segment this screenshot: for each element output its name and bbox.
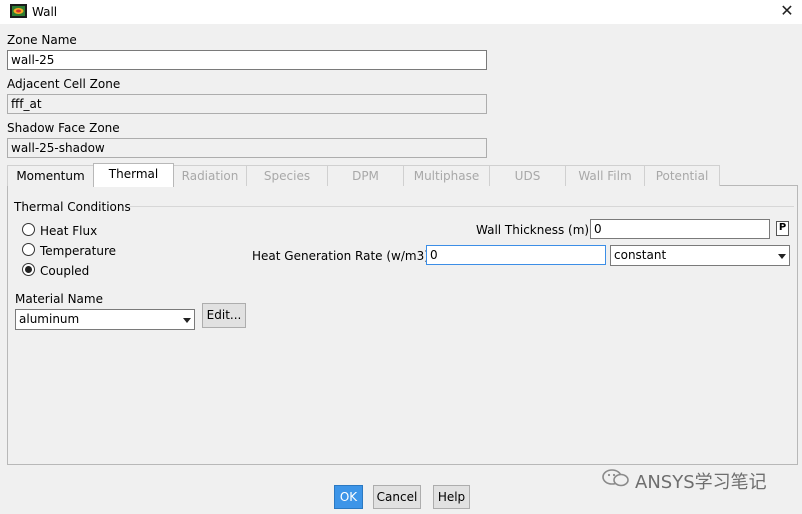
edit-material-button[interactable]: Edit... xyxy=(202,303,246,328)
heat-generation-input[interactable]: 0 xyxy=(426,245,606,265)
tab-dpm[interactable]: DPM xyxy=(327,165,404,186)
tab-radiation[interactable]: Radiation xyxy=(173,165,247,186)
watermark-text: ANSYS学习笔记 xyxy=(635,472,767,493)
ok-button[interactable]: OK xyxy=(334,485,363,509)
chevron-down-icon xyxy=(778,254,786,259)
chevron-down-icon xyxy=(183,318,191,323)
shadow-face-zone-label: Shadow Face Zone xyxy=(7,121,120,135)
material-dropdown[interactable]: aluminum xyxy=(15,309,195,330)
zone-name-input[interactable]: wall-25 xyxy=(7,50,487,70)
wall-thickness-label: Wall Thickness (m) xyxy=(476,223,590,237)
radio-coupled[interactable] xyxy=(22,263,35,276)
material-name-label: Material Name xyxy=(15,292,103,306)
heat-generation-label: Heat Generation Rate (w/m3) xyxy=(252,249,429,263)
title-bar xyxy=(0,0,802,24)
radio-coupled-label: Coupled xyxy=(40,264,90,278)
radio-heat-flux[interactable] xyxy=(22,223,35,236)
tab-thermal[interactable]: Thermal xyxy=(93,163,174,187)
adjacent-cell-zone-field: fff_at xyxy=(7,94,487,114)
help-button[interactable]: Help xyxy=(433,485,470,509)
thermal-conditions-label: Thermal Conditions xyxy=(14,200,131,214)
tab-species[interactable]: Species xyxy=(246,165,328,186)
close-icon[interactable]: ✕ xyxy=(774,0,800,22)
parameter-button[interactable]: P xyxy=(776,221,789,236)
material-value: aluminum xyxy=(19,312,80,326)
tab-uds[interactable]: UDS xyxy=(489,165,566,186)
window-title: Wall xyxy=(32,5,58,19)
radio-temperature[interactable] xyxy=(22,243,35,256)
adjacent-cell-zone-label: Adjacent Cell Zone xyxy=(7,77,121,91)
shadow-face-zone-field: wall-25-shadow xyxy=(7,138,487,158)
tab-multiphase[interactable]: Multiphase xyxy=(403,165,490,186)
watermark: ANSYS学习笔记 xyxy=(601,467,791,493)
wechat-icon xyxy=(602,469,629,487)
group-divider xyxy=(130,206,794,207)
fluent-app-icon xyxy=(10,4,27,18)
heat-generation-method-dropdown[interactable]: constant xyxy=(610,245,790,266)
tab-potential[interactable]: Potential xyxy=(644,165,720,186)
tab-momentum[interactable]: Momentum xyxy=(7,165,94,186)
heat-generation-method-value: constant xyxy=(614,248,667,262)
wall-thickness-input[interactable]: 0 xyxy=(590,219,770,239)
zone-name-label: Zone Name xyxy=(7,33,77,47)
radio-temperature-label: Temperature xyxy=(40,244,117,258)
radio-heat-flux-label: Heat Flux xyxy=(40,224,98,238)
tab-wall-film[interactable]: Wall Film xyxy=(565,165,645,186)
cancel-button[interactable]: Cancel xyxy=(373,485,421,509)
